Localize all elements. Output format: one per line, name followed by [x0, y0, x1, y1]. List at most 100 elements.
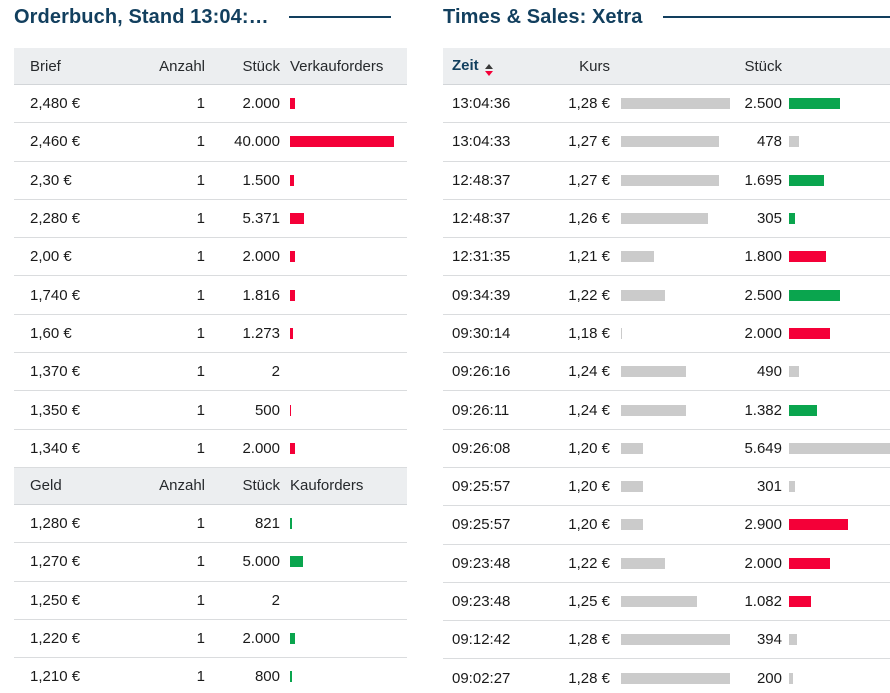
price-cell: 2,480 €	[30, 95, 145, 112]
time-cell: 13:04:36	[452, 95, 542, 112]
size-cell: 305	[733, 210, 782, 227]
time-cell: 09:23:48	[452, 593, 542, 610]
times-sales-header: Times & Sales: Xetra	[443, 0, 890, 34]
price-cell: 1,60 €	[30, 325, 145, 342]
orderbook-row: 1,340 €12.000	[14, 430, 407, 468]
price-bar-cell	[610, 328, 733, 339]
bid-count-header: Anzahl	[145, 477, 205, 494]
time-cell: 09:25:57	[452, 478, 542, 495]
price-level-bar	[621, 558, 665, 569]
price-cell: 1,20 €	[542, 478, 610, 495]
trading-widgets-page: Orderbuch, Stand 13:04:… Brief Anzahl St…	[0, 0, 890, 693]
price-cell: 1,18 €	[542, 325, 610, 342]
price-bar-cell	[610, 213, 733, 224]
trade-volume-bar	[789, 251, 826, 262]
orderbook-row: 2,480 €12.000	[14, 85, 407, 123]
ask-orders-header: Verkauforders	[280, 58, 407, 75]
times-sales-panel: Times & Sales: Xetra Zeit Kurs Stück 13:…	[443, 0, 890, 693]
trade-volume-bar	[789, 328, 830, 339]
orders-volume-bar	[290, 518, 292, 529]
orders-bar-cell	[280, 633, 407, 644]
price-bar-cell	[610, 290, 733, 301]
price-cell: 1,28 €	[542, 95, 610, 112]
price-level-bar	[621, 519, 643, 530]
time-cell: 09:12:42	[452, 631, 542, 648]
trade-row: 09:26:081,20 € 5.649	[443, 430, 890, 468]
count-cell: 1	[145, 172, 205, 189]
trade-volume-bar	[789, 175, 824, 186]
size-header: Stück	[733, 58, 782, 75]
count-cell: 1	[145, 363, 205, 380]
orders-bar-cell	[280, 405, 407, 416]
price-bar-cell	[610, 98, 733, 109]
size-cell: 478	[733, 133, 782, 150]
size-cell: 2	[205, 363, 280, 380]
sort-desc-icon	[485, 71, 493, 76]
orders-bar-cell	[280, 98, 407, 109]
trade-row: 09:02:271,28 €200	[443, 659, 890, 693]
orderbook-row: 1,210 €1800	[14, 658, 407, 693]
orders-volume-bar	[290, 405, 291, 416]
size-bar-cell	[782, 213, 890, 224]
orderbook-row: 1,350 €1500	[14, 391, 407, 429]
price-header: Kurs	[542, 58, 610, 75]
size-cell: 5.371	[205, 210, 280, 227]
price-cell: 1,20 €	[542, 440, 610, 457]
price-cell: 1,740 €	[30, 287, 145, 304]
trade-row: 09:26:111,24 €1.382	[443, 391, 890, 429]
bid-orders-header: Kauforders	[280, 477, 407, 494]
count-cell: 1	[145, 325, 205, 342]
trade-volume-bar	[789, 405, 817, 416]
orders-bar-cell	[280, 136, 407, 147]
size-bar-cell	[782, 405, 890, 416]
time-sort-header[interactable]: Zeit	[452, 57, 542, 76]
size-cell: 5.649	[733, 440, 782, 457]
price-cell: 1,25 €	[542, 593, 610, 610]
size-cell: 1.382	[733, 402, 782, 419]
size-bar-cell	[782, 136, 890, 147]
price-bar-cell	[610, 558, 733, 569]
orderbook-row: 1,270 €15.000	[14, 543, 407, 581]
price-level-bar	[621, 98, 730, 109]
size-cell: 1.695	[733, 172, 782, 189]
size-cell: 1.082	[733, 593, 782, 610]
count-cell: 1	[145, 440, 205, 457]
orderbook-title-rule	[289, 16, 391, 18]
time-cell: 09:25:57	[452, 516, 542, 533]
orderbook-header: Orderbuch, Stand 13:04:…	[14, 0, 407, 34]
size-bar-cell	[782, 175, 890, 186]
time-header-label: Zeit	[452, 57, 479, 74]
price-level-bar	[621, 634, 730, 645]
orders-volume-bar	[290, 290, 295, 301]
sort-arrows-icon[interactable]	[485, 64, 493, 76]
bid-rows: 1,280 €18211,270 €15.0001,250 €121,220 €…	[14, 505, 407, 693]
time-cell: 09:30:14	[452, 325, 542, 342]
price-bar-cell	[610, 366, 733, 377]
orders-bar-cell	[280, 518, 407, 529]
orders-bar-cell	[280, 556, 407, 567]
time-cell: 09:26:08	[452, 440, 542, 457]
time-cell: 12:48:37	[452, 172, 542, 189]
size-cell: 1.273	[205, 325, 280, 342]
size-cell: 2.000	[205, 440, 280, 457]
trade-volume-bar	[789, 213, 795, 224]
trade-row: 13:04:361,28 €2.500	[443, 85, 890, 123]
ask-price-header: Brief	[30, 58, 145, 75]
price-bar-cell	[610, 175, 733, 186]
trade-volume-bar	[789, 519, 848, 530]
size-cell: 2.000	[733, 555, 782, 572]
price-cell: 2,30 €	[30, 172, 145, 189]
time-cell: 09:26:16	[452, 363, 542, 380]
trade-row: 09:26:161,24 €490	[443, 353, 890, 391]
sort-asc-icon	[485, 64, 493, 69]
trade-volume-bar	[789, 673, 793, 684]
price-bar-cell	[610, 251, 733, 262]
orders-bar-cell	[280, 251, 407, 262]
price-cell: 1,210 €	[30, 668, 145, 685]
price-bar-cell	[610, 519, 733, 530]
size-bar-cell	[782, 366, 890, 377]
size-cell: 800	[205, 668, 280, 685]
bid-price-header: Geld	[30, 477, 145, 494]
count-cell: 1	[145, 248, 205, 265]
price-bar-cell	[610, 634, 733, 645]
